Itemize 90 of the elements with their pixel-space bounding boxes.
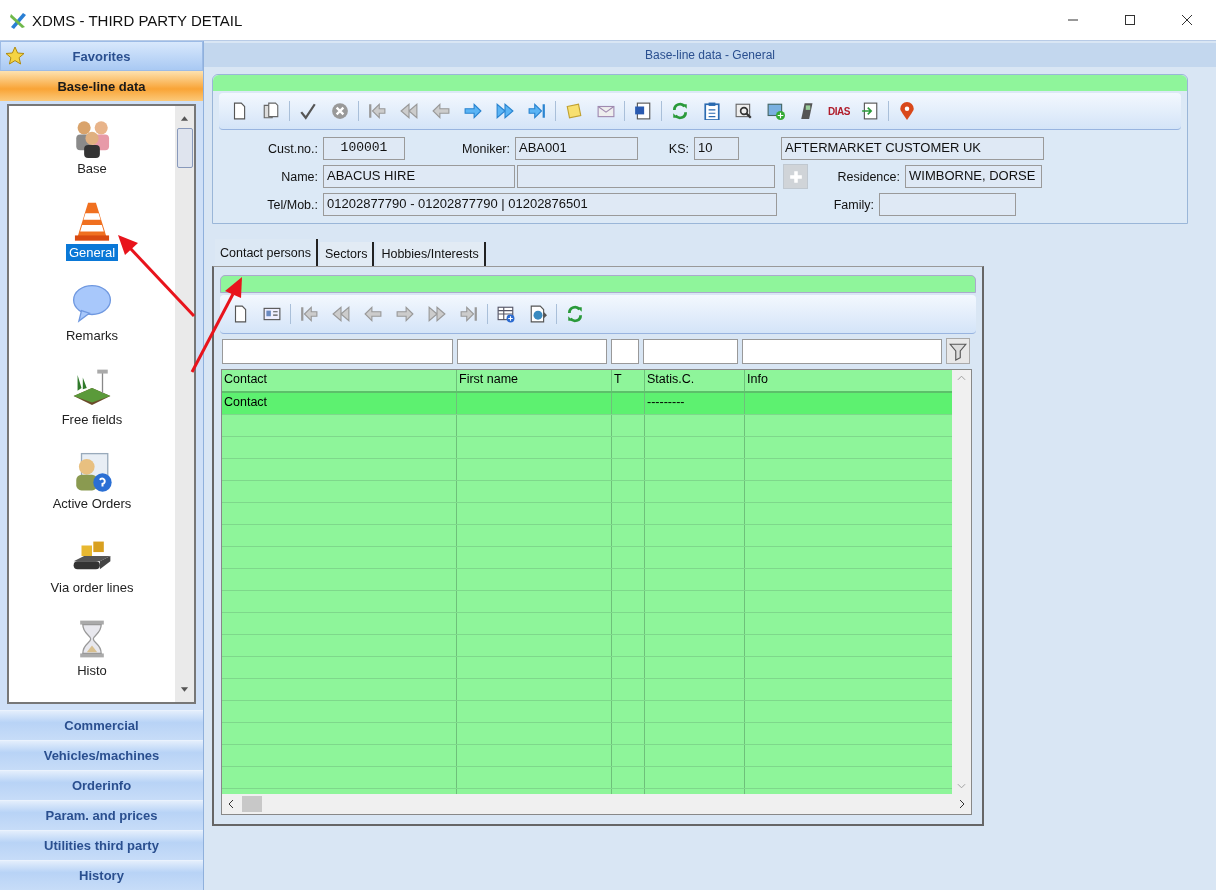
fast-back-icon[interactable]	[400, 102, 418, 120]
section-header[interactable]: Orderinfo	[0, 770, 203, 800]
input-field[interactable]: 100001	[323, 137, 405, 160]
section-header[interactable]: Base-line data	[0, 71, 203, 101]
refresh-icon[interactable]	[566, 305, 584, 323]
input-field[interactable]: ABACUS HIRE	[323, 165, 515, 188]
section-header[interactable]: Vehicles/machines	[0, 740, 203, 770]
column-header[interactable]: Info	[745, 370, 952, 391]
input-field[interactable]: AFTERMARKET CUSTOMER UK	[781, 137, 1044, 160]
column-header[interactable]: T	[612, 370, 645, 391]
fast-back-icon[interactable]	[332, 305, 350, 323]
section-header[interactable]: Utilities third party	[0, 830, 203, 860]
input-field[interactable]	[517, 165, 775, 188]
navigation-item[interactable]: Histo	[74, 662, 110, 680]
column-header[interactable]: First name	[457, 370, 612, 391]
star-icon	[5, 46, 25, 67]
refresh-icon[interactable]	[671, 102, 689, 120]
forward-arrow-icon[interactable]	[396, 305, 414, 323]
filter-field[interactable]	[742, 338, 942, 364]
document-globe-icon[interactable]	[529, 305, 547, 323]
section-header[interactable]: History	[0, 860, 203, 890]
last-record-icon[interactable]	[460, 305, 478, 323]
section-header[interactable]: Param. and prices	[0, 800, 203, 830]
cancel-icon[interactable]	[331, 102, 349, 120]
close-icon[interactable]	[1181, 14, 1193, 26]
export-icon[interactable]	[860, 102, 879, 120]
favorites-label: Favorites	[71, 48, 132, 64]
maximize-icon[interactable]	[1124, 14, 1136, 26]
copy-document-icon[interactable]	[262, 102, 280, 120]
panel-header: Base-line data - General	[204, 43, 1216, 67]
scroll-thumb[interactable]	[242, 796, 262, 812]
window-title: XDMS - THIRD PARTY DETAIL	[32, 11, 243, 29]
fast-forward-icon[interactable]	[428, 305, 446, 323]
field-label: Cust.no.:	[266, 141, 319, 156]
field-label: Name:	[280, 169, 319, 184]
forward-arrow-icon[interactable]	[464, 102, 482, 120]
navigation-item[interactable]: Via order lines	[47, 578, 137, 596]
field-label: Moniker:	[461, 141, 511, 156]
filter-field[interactable]	[611, 338, 639, 364]
search-icon[interactable]	[735, 102, 753, 120]
table-cell: Contact	[222, 393, 457, 414]
logo-text[interactable]: DIAS	[828, 105, 850, 117]
checkmark-icon[interactable]	[299, 102, 317, 120]
scroll-down-icon[interactable]	[180, 687, 189, 693]
navigation-item[interactable]: Base	[74, 160, 110, 177]
location-pin-icon[interactable]	[897, 102, 916, 120]
horizontal-scrollbar[interactable]	[222, 794, 971, 814]
app-logo-icon	[8, 10, 28, 30]
scroll-up-icon[interactable]	[180, 115, 189, 121]
scroll-thumb[interactable]	[176, 128, 193, 168]
input-field[interactable]	[879, 193, 1016, 216]
filter-field[interactable]	[457, 338, 607, 364]
plus-icon	[788, 169, 803, 184]
tab[interactable]: Sectors	[320, 242, 375, 266]
favorites-header[interactable]: Favorites	[0, 41, 203, 72]
section-header[interactable]: Commercial	[0, 710, 203, 740]
column-header[interactable]: Statis.C.	[645, 370, 745, 391]
first-record-icon[interactable]	[300, 305, 318, 323]
table-add-icon[interactable]	[497, 305, 515, 323]
input-field[interactable]: WIMBORNE, DORSE	[905, 165, 1042, 188]
fast-forward-icon[interactable]	[496, 102, 514, 120]
navigation-item[interactable]: General	[65, 243, 119, 261]
vertical-scrollbar[interactable]	[175, 106, 194, 702]
selected-row[interactable]: Contact ---------	[222, 393, 952, 415]
navigation-item[interactable]: Remarks	[63, 327, 121, 345]
back-arrow-icon[interactable]	[432, 102, 450, 120]
first-record-icon[interactable]	[368, 102, 386, 120]
scroll-left-icon[interactable]	[228, 799, 234, 809]
table-cell: ---------	[645, 393, 745, 414]
field-label: Tel/Mob.:	[266, 197, 319, 212]
field-label: Residence:	[836, 169, 901, 184]
navigation-item[interactable]: Free fields	[58, 411, 126, 429]
funnel-icon[interactable]	[946, 338, 970, 364]
contact-card-icon[interactable]	[263, 305, 281, 323]
sticky-note-icon[interactable]	[565, 102, 583, 120]
clipboard-icon[interactable]	[703, 102, 721, 120]
input-field[interactable]: 01202877790 - 01202877790 | 01202876501	[323, 193, 777, 216]
input-field[interactable]: ABA001	[515, 137, 638, 160]
filter-field[interactable]	[222, 338, 453, 364]
scroll-right-icon[interactable]	[959, 799, 965, 809]
navigation-item[interactable]: Active Orders	[49, 494, 135, 512]
filter-field[interactable]	[643, 338, 738, 364]
field-label: KS:	[667, 141, 690, 156]
input-field[interactable]: 10	[694, 137, 739, 160]
field-label: Family:	[832, 197, 875, 212]
column-header[interactable]: Contact	[222, 370, 457, 391]
add-image-icon[interactable]	[767, 102, 785, 120]
last-record-icon[interactable]	[528, 102, 546, 120]
tab[interactable]: Hobbies/Interests	[376, 242, 486, 266]
back-arrow-icon[interactable]	[364, 305, 382, 323]
